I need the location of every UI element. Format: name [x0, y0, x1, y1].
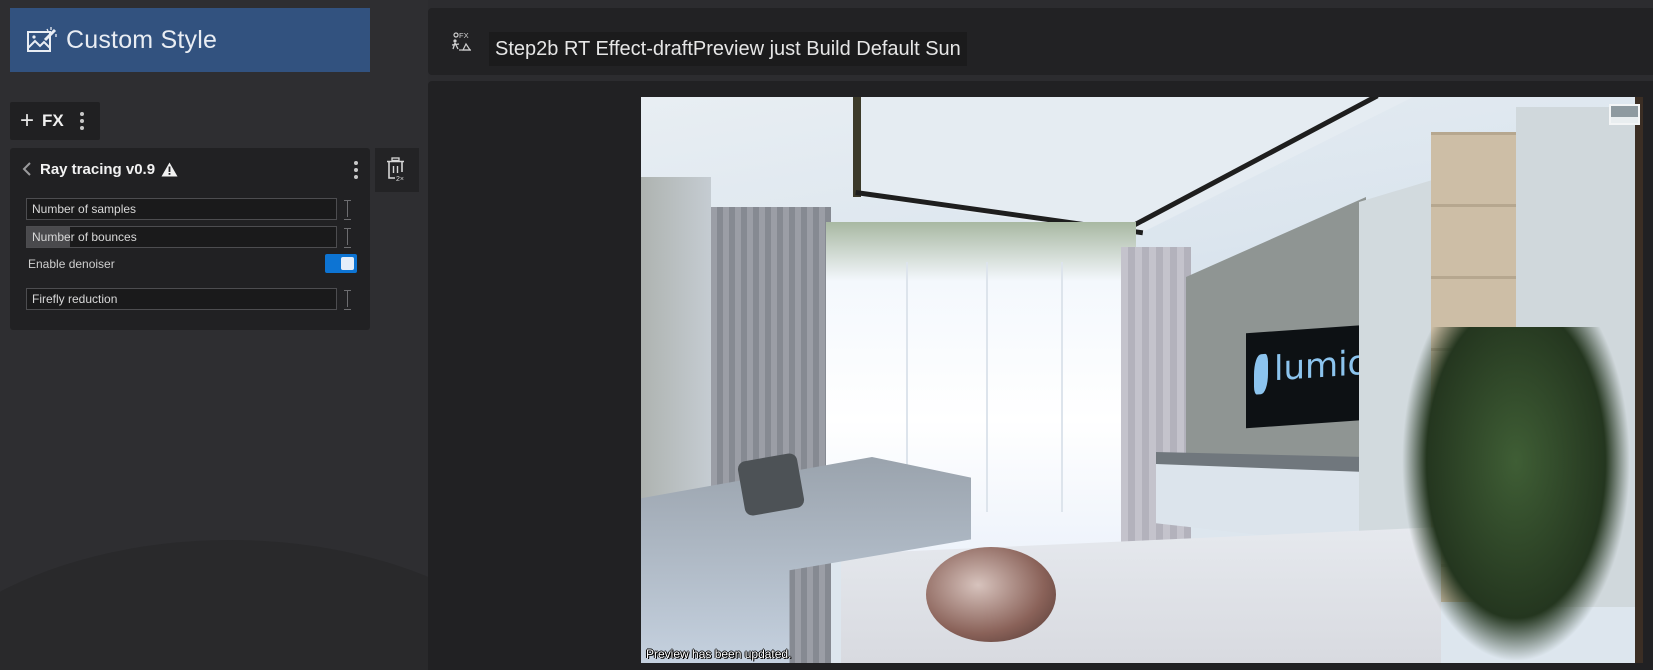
toggle-knob — [341, 257, 354, 270]
param-enable-denoiser: Enable denoiser — [28, 254, 358, 274]
slider-label: Number of bounces — [32, 230, 137, 244]
enable-denoiser-toggle[interactable] — [325, 254, 357, 273]
effect-title: Ray tracing v0.9 — [40, 160, 156, 178]
add-fx-button[interactable]: + FX — [10, 109, 64, 133]
slider-handle-icon[interactable] — [344, 228, 352, 248]
param-number-of-samples: Number of samples — [26, 198, 351, 220]
custom-style-banner: Custom Style — [10, 8, 370, 72]
custom-style-title: Custom Style — [66, 25, 218, 54]
effect-card-header: Ray tracing v0.9 — [10, 148, 370, 190]
slider-label: Firefly reduction — [32, 292, 118, 306]
scene-tv: lumion — [1246, 324, 1390, 429]
toggle-label: Enable denoiser — [28, 257, 115, 271]
add-fx-label: FX — [42, 111, 64, 130]
preview-panel: lumion Preview has been updated. — [428, 81, 1653, 670]
param-number-of-bounces: Number of bounces — [26, 226, 351, 248]
delete-effects-button[interactable]: 2× — [375, 148, 419, 192]
number-of-samples-slider[interactable]: Number of samples — [26, 198, 337, 220]
fx-toolbar: + FX — [10, 102, 100, 140]
number-of-bounces-slider[interactable]: Number of bounces — [26, 226, 337, 248]
ellipsis-dot — [79, 126, 84, 130]
vertical-ellipsis-icon — [79, 112, 84, 116]
ellipsis-dot — [79, 119, 84, 123]
scene-ceiling-edge — [853, 97, 861, 197]
slider-handle-icon[interactable] — [344, 290, 352, 310]
firefly-reduction-slider[interactable]: Firefly reduction — [26, 288, 337, 310]
scene-coffee-table — [926, 547, 1056, 642]
scene-window-frame — [1061, 262, 1063, 512]
view-mode-icon[interactable] — [1609, 104, 1640, 125]
scene-window-frame — [986, 262, 988, 512]
ellipsis-dot — [354, 168, 358, 172]
scene-plant — [1401, 327, 1631, 663]
vertical-ellipsis-icon — [354, 161, 358, 165]
render-preview-viewport[interactable]: lumion Preview has been updated. — [641, 97, 1643, 663]
project-header: FX Step2b RT Effect-draftPreview just Bu… — [428, 8, 1653, 75]
slider-label: Number of samples — [32, 202, 137, 216]
render-edge — [1635, 97, 1643, 663]
image-sparkle-icon — [27, 27, 57, 52]
fx-more-button[interactable] — [78, 112, 86, 130]
fx-effects-icon: FX — [451, 31, 472, 51]
project-name-field[interactable]: Step2b RT Effect-draftPreview just Build… — [489, 32, 967, 66]
param-firefly-reduction: Firefly reduction — [26, 288, 351, 310]
effect-more-button[interactable] — [354, 161, 358, 179]
main-area: FX Step2b RT Effect-draftPreview just Bu… — [428, 0, 1653, 670]
svg-text:FX: FX — [459, 31, 469, 40]
chevron-left-icon — [22, 162, 31, 176]
ray-tracing-effect-card: Ray tracing v0.9 Number of samples Numbe… — [10, 148, 370, 330]
back-button[interactable] — [22, 159, 36, 179]
slider-handle-icon[interactable] — [344, 200, 352, 220]
preview-status: Preview has been updated. — [646, 647, 792, 661]
trash-icon: 2× — [387, 157, 404, 183]
warning-triangle-icon — [161, 162, 178, 176]
delete-badge: 2× — [396, 176, 404, 183]
ellipsis-dot — [354, 175, 358, 179]
left-sidebar: Custom Style + FX Ray tracing v0.9 Numbe… — [0, 0, 428, 670]
plus-icon: + — [20, 107, 35, 134]
scene-logo-leaf — [1254, 353, 1268, 395]
scene-cushion — [736, 452, 806, 517]
